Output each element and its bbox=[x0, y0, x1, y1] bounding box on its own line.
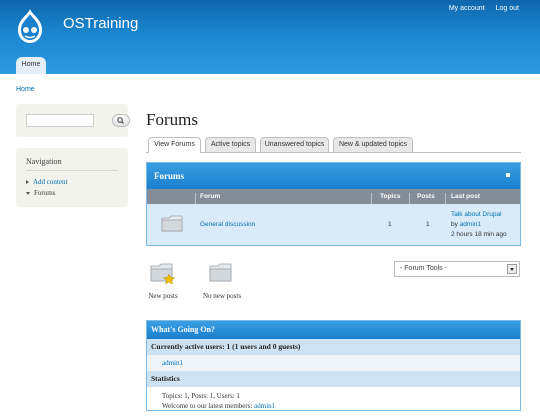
forum-link[interactable]: General discussion bbox=[200, 221, 255, 228]
main-menu-home-tab[interactable]: Home bbox=[16, 57, 46, 74]
topics-count: 1 bbox=[388, 221, 392, 228]
latest-member-line: Welcome to our latest members: admin1 bbox=[162, 401, 520, 411]
forum-table: Forums Forum Topics Posts Last post Gene… bbox=[146, 162, 521, 246]
forum-tabs: View Forums Active topics Unanswered top… bbox=[146, 137, 521, 153]
nav-item-label[interactable]: Add content bbox=[33, 178, 67, 186]
drupal-logo-icon[interactable] bbox=[14, 8, 46, 44]
collapsed-arrow-icon bbox=[26, 180, 29, 184]
tab-view-forums[interactable]: View Forums bbox=[148, 137, 201, 153]
nav-item-forums[interactable]: Forums bbox=[26, 189, 55, 197]
whats-going-on-block: What's Going On? Currently active users:… bbox=[146, 320, 521, 411]
last-post-author-link[interactable]: admin1 bbox=[460, 221, 481, 228]
breadcrumb[interactable]: Home bbox=[16, 86, 35, 93]
collapse-icon[interactable] bbox=[506, 173, 510, 177]
column-headers: Forum Topics Posts Last post bbox=[147, 189, 520, 208]
nav-item-label[interactable]: Forums bbox=[34, 189, 55, 197]
folder-new-icon bbox=[150, 263, 176, 285]
forum-tools-select[interactable]: - Forum Tools - bbox=[394, 261, 520, 277]
latest-member-link[interactable]: admin1 bbox=[254, 402, 275, 410]
active-user-row: admin1 bbox=[147, 355, 520, 371]
statistics-heading: Statistics bbox=[147, 371, 520, 387]
divider bbox=[26, 170, 118, 171]
whats-going-on-title: What's Going On? bbox=[147, 321, 520, 339]
site-name[interactable]: OSTraining bbox=[63, 15, 138, 32]
active-users-heading: Currently active users: 1 (1 users and 0… bbox=[147, 339, 520, 355]
expanded-arrow-icon bbox=[26, 191, 30, 195]
navigation-title: Navigation bbox=[26, 157, 62, 166]
chevron-down-icon[interactable] bbox=[507, 264, 517, 274]
my-account-link[interactable]: My account bbox=[449, 5, 485, 12]
search-input[interactable] bbox=[26, 114, 94, 127]
last-post: Talk about Drupal by admin1 2 hours 18 m… bbox=[451, 210, 507, 240]
forum-table-header: Forums bbox=[147, 163, 520, 189]
column-header-forum: Forum bbox=[200, 193, 221, 200]
legend-new-posts: New posts bbox=[146, 262, 180, 300]
site-header: OSTraining My account Log out Home bbox=[0, 0, 540, 74]
column-header-topics: Topics bbox=[380, 193, 401, 200]
secondary-menu: My account Log out bbox=[449, 5, 519, 12]
table-row: General discussion 1 1 Talk about Drupal… bbox=[147, 204, 520, 245]
tab-active-topics[interactable]: Active topics bbox=[205, 137, 256, 152]
posts-count: 1 bbox=[426, 221, 430, 228]
tab-new-updated-topics[interactable]: New & updated topics bbox=[333, 137, 413, 152]
forum-tools-selected: - Forum Tools - bbox=[400, 265, 447, 272]
latest-member-prefix: Welcome to our latest members: bbox=[162, 402, 253, 410]
navigation-block: Navigation Add content Forums bbox=[16, 148, 128, 207]
legend-new-posts-label: New posts bbox=[148, 292, 178, 300]
legend-no-new-posts: No new posts bbox=[199, 262, 245, 300]
column-header-posts: Posts bbox=[417, 193, 435, 200]
last-post-time: 2 hours 18 min ago bbox=[451, 231, 507, 238]
logout-link[interactable]: Log out bbox=[496, 5, 519, 12]
statistics-body: Topics: 1, Posts: 1, Users: 1 Welcome to… bbox=[147, 387, 520, 411]
page-title: Forums bbox=[146, 110, 198, 129]
folder-icon bbox=[209, 263, 232, 282]
nav-item-add-content[interactable]: Add content bbox=[26, 178, 67, 186]
forum-table-title[interactable]: Forums bbox=[154, 171, 184, 181]
legend-no-new-posts-label: No new posts bbox=[202, 292, 242, 300]
statistics-line: Topics: 1, Posts: 1, Users: 1 bbox=[162, 392, 240, 400]
search-icon bbox=[117, 117, 124, 124]
last-post-link[interactable]: Talk about Drupal bbox=[451, 211, 502, 218]
folder-icon bbox=[161, 215, 183, 232]
search-button[interactable] bbox=[112, 114, 130, 127]
last-post-by: by bbox=[451, 221, 458, 228]
search-block bbox=[16, 104, 130, 137]
active-user-link[interactable]: admin1 bbox=[162, 359, 183, 367]
column-header-last-post: Last post bbox=[451, 193, 480, 200]
tab-unanswered-topics[interactable]: Unanswered topics bbox=[260, 137, 329, 152]
